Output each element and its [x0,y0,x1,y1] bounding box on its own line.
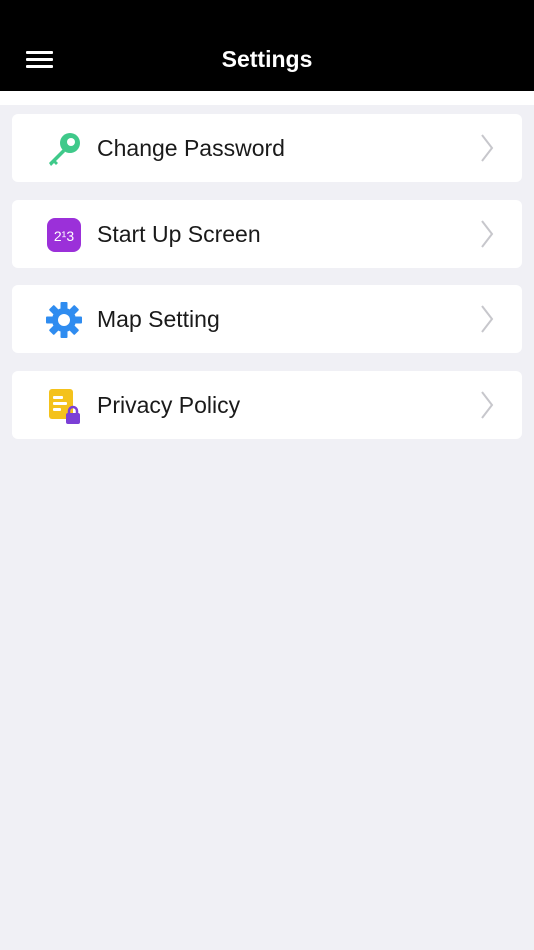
document-lock-icon [49,388,80,424]
privacy-policy-label: Privacy Policy [97,391,241,418]
change-password-label: Change Password [97,135,285,161]
start-up-screen-item[interactable]: 2¹3 Start Up Screen [12,199,522,268]
chevron-right-icon [481,134,494,162]
key-icon [49,133,80,166]
page-title: Settings [221,46,313,72]
numbers-icon: 2¹3 [47,217,81,252]
svg-text:2¹3: 2¹3 [54,228,74,244]
header-divider [0,91,534,105]
start-up-screen-label: Start Up Screen [97,220,261,247]
chevron-right-icon [481,390,494,419]
header-bar: Settings [0,0,534,91]
map-setting-item[interactable]: Map Setting [12,285,522,353]
change-password-item[interactable]: Change Password [12,114,522,182]
chevron-right-icon [481,305,494,333]
privacy-policy-item[interactable]: Privacy Policy [12,370,522,439]
settings-list: Change Password 2¹3 Start Up Screen Map … [12,114,522,456]
gear-icon [46,302,82,338]
chevron-right-icon [481,219,494,248]
map-setting-label: Map Setting [97,306,220,332]
